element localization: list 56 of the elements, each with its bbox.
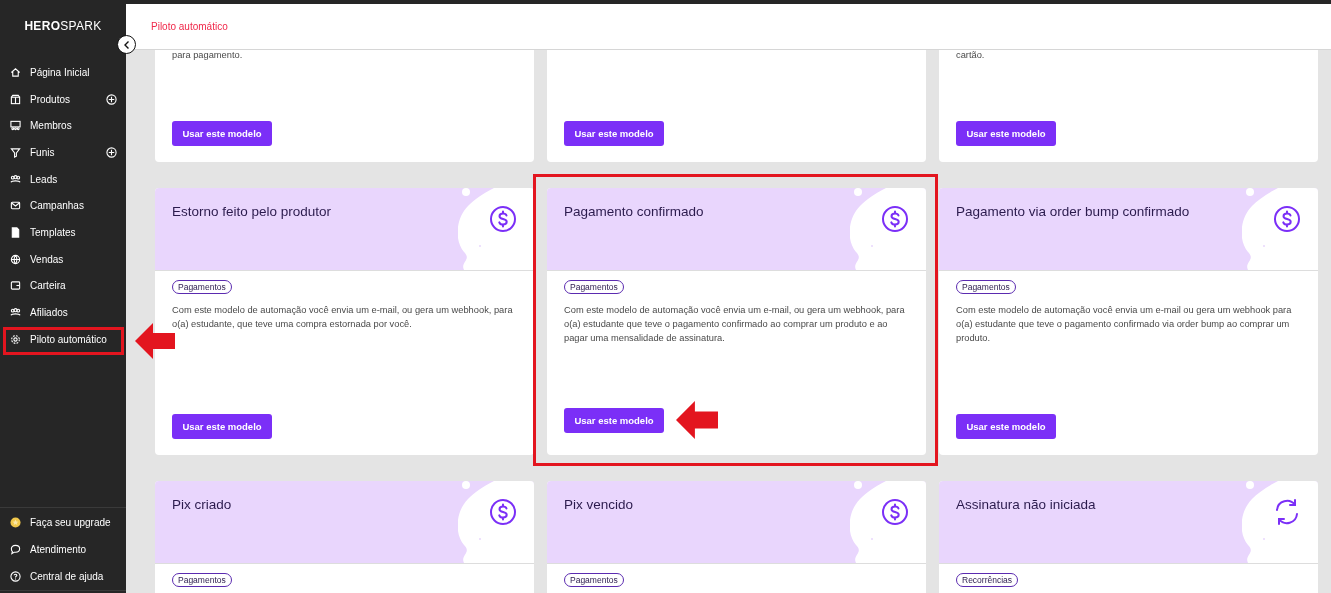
nav-item[interactable]: Carteira (0, 275, 66, 296)
nav-item[interactable]: Campanhas (0, 195, 84, 216)
card-title: Pix criado (172, 497, 232, 512)
dollar-icon (489, 205, 517, 233)
nav-item[interactable]: Produtos (0, 89, 71, 110)
card-description: Com este modelo de automação você envia um e-mail, ou gera um webhook, para o(a) estudante, que teve uma compra estornada por você. (172, 304, 514, 331)
nav-item[interactable]: Vendas (0, 249, 64, 270)
nav-item[interactable]: Central de ajuda (0, 566, 126, 586)
use-template-button[interactable]: Usar este modelo (172, 121, 272, 146)
dollar-icon (489, 498, 517, 526)
card-title: Assinatura não iniciada (956, 497, 1096, 512)
nav-item[interactable]: Funis (0, 142, 55, 163)
card-description: cartão. (956, 50, 985, 60)
nav-item[interactable]: Atendimento (0, 539, 126, 560)
add-icon[interactable] (106, 147, 117, 159)
chat-bubble-icon (10, 543, 21, 555)
dollar-icon (1273, 205, 1301, 233)
nav-item[interactable]: Templates (0, 222, 76, 243)
nav-item[interactable]: Membros (0, 115, 72, 136)
use-template-button[interactable]: Usar este modelo (564, 121, 664, 146)
dollar-icon (881, 205, 909, 233)
help-icon (10, 570, 21, 582)
use-template-button[interactable]: Usar este modelo (172, 414, 272, 439)
use-template-button[interactable]: Usar este modelo (564, 407, 664, 433)
members-icon (10, 120, 21, 132)
use-template-button[interactable]: Usar este modelo (956, 414, 1056, 439)
nav-item[interactable]: Página Inicial (0, 62, 90, 83)
refresh-icon (1273, 498, 1301, 526)
card-description: Com este modelo de automação você envia um e-mail ou gera um webhook para o(a) estudante que teve o pagamento confirmado via order bump ao comprar um produto. (956, 304, 1293, 345)
settings-icon (10, 333, 21, 345)
document-icon (10, 226, 21, 238)
nav-item[interactable]: Piloto automático (0, 329, 107, 350)
globe-icon (10, 253, 21, 265)
page-title: Piloto automático (151, 21, 228, 32)
funnel-icon (10, 146, 21, 158)
people-icon (10, 173, 21, 185)
card-title: Pagamento via order bump confirmado (956, 204, 1190, 219)
box-icon (10, 93, 21, 105)
envelope-icon (10, 200, 21, 212)
nav-item[interactable]: Leads (0, 169, 58, 190)
logo: HEROSPARK (23, 18, 103, 35)
dollar-icon (881, 498, 909, 526)
people-icon (10, 307, 21, 319)
card-title: Estorno feito pelo produtor (172, 204, 332, 219)
nav-item[interactable]: Faça seu upgrade (0, 512, 126, 533)
star-icon (10, 517, 21, 529)
use-template-button[interactable]: Usar este modelo (956, 121, 1056, 146)
add-icon[interactable] (106, 93, 117, 105)
card-title: Pagamento confirmado (564, 204, 704, 219)
card-description: para pagamento. (172, 50, 243, 60)
home-icon (10, 66, 21, 78)
nav-item[interactable]: Afiliados (0, 302, 68, 323)
card-title: Pix vencido (564, 497, 634, 512)
wallet-icon (10, 280, 21, 292)
arrow-icon (676, 401, 718, 439)
card-description: Com este modelo de automação você envia um e-mail, ou gera um webhook, para o(a) estudante que teve o pagamento confirmado ao comprar um produto e ao pagar uma mensalidade de assinatura. (564, 304, 906, 345)
